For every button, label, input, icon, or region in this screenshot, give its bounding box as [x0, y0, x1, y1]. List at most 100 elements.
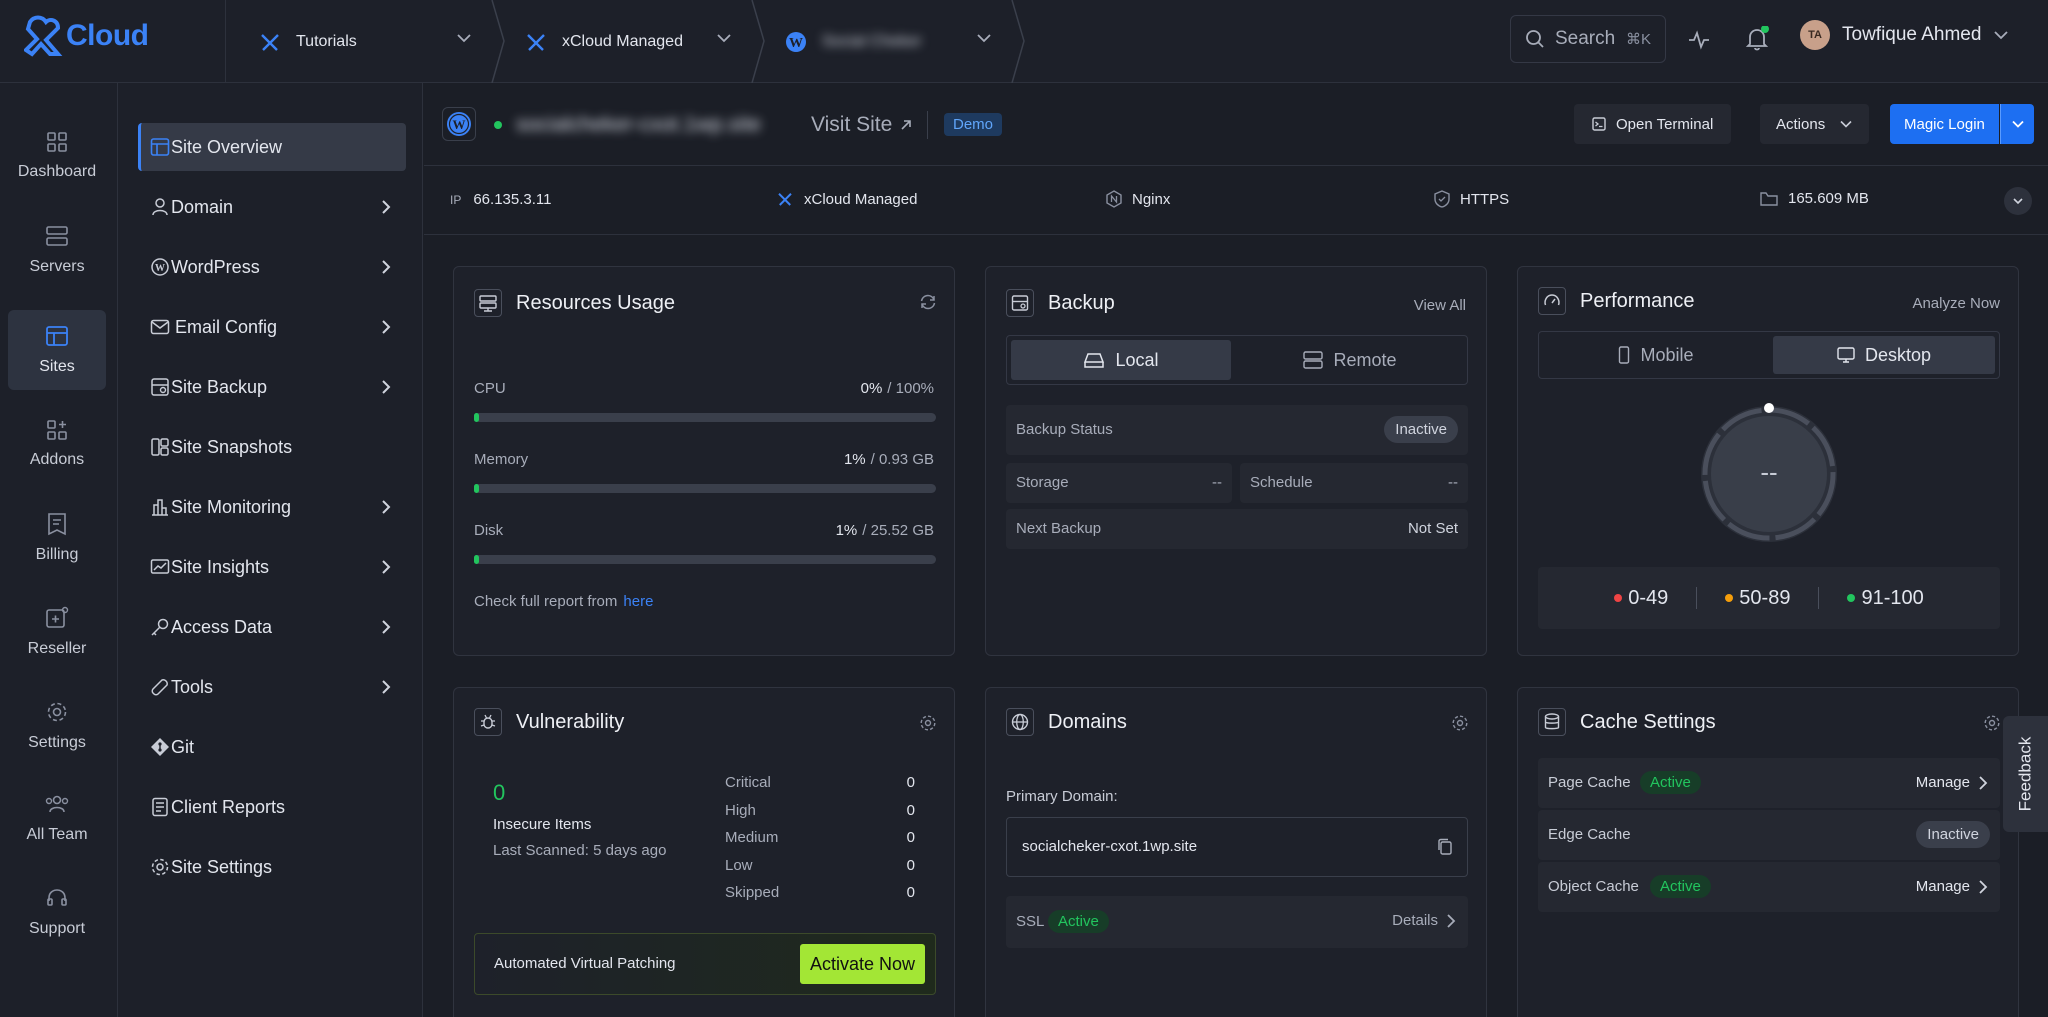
provider-value: xCloud Managed [804, 190, 918, 208]
performance-score: -- [1760, 457, 1778, 487]
legend-dot-red [1614, 594, 1623, 602]
cpu-value: 0%/ 100% [861, 380, 934, 397]
nav-item-git[interactable]: Git [138, 723, 406, 771]
nav-item-site-monitoring[interactable]: Site Monitoring [138, 483, 406, 531]
logo[interactable]: Cloud [24, 14, 149, 58]
rail-item-servers[interactable]: Servers [8, 210, 106, 290]
breadcrumb-xcloud-managed[interactable]: xCloud Managed [524, 0, 746, 83]
storage-label: Storage [1016, 474, 1069, 491]
database-icon [1538, 708, 1566, 736]
rail-label: All Team [26, 826, 88, 843]
resources-title: Resources Usage [516, 291, 675, 314]
gear-icon[interactable] [1451, 714, 1469, 732]
nav-item-site-overview[interactable]: Site Overview [138, 123, 406, 171]
object-cache-manage[interactable]: Manage [1916, 878, 1988, 895]
chevron-down-icon [1840, 120, 1852, 128]
search-button[interactable]: Search ⌘K [1510, 15, 1666, 63]
nav-item-client-reports[interactable]: Client Reports [138, 783, 406, 831]
activity-icon[interactable] [1687, 28, 1711, 52]
domain-icon [152, 198, 168, 216]
memory-usage-bar [474, 484, 936, 493]
magic-login-options-button[interactable] [2000, 104, 2034, 144]
tab-local[interactable]: Local [1011, 340, 1231, 380]
copy-icon[interactable] [1437, 838, 1453, 856]
nav-item-access-data[interactable]: Access Data [138, 603, 406, 651]
severity-value: 0 [906, 801, 915, 819]
mail-icon [150, 319, 170, 335]
nav-item-site-settings[interactable]: Site Settings [138, 843, 406, 891]
analyze-now-link[interactable]: Analyze Now [1912, 295, 2000, 312]
schedule-row: Schedule -- [1240, 463, 1468, 503]
view-all-link[interactable]: View All [1414, 297, 1466, 314]
legend-average: 50-89 [1725, 587, 1790, 610]
demo-tag: Demo [944, 113, 1003, 136]
page-cache-manage[interactable]: Manage [1916, 774, 1988, 791]
ssl-label: SSL [1016, 913, 1045, 930]
cache-settings-card: Cache Settings Page Cache Active Manage … [1517, 687, 2019, 1017]
vulnerability-title: Vulnerability [516, 710, 625, 733]
chevron-right-icon [382, 200, 391, 214]
domains-title: Domains [1048, 710, 1127, 733]
open-terminal-button[interactable]: Open Terminal [1574, 104, 1732, 144]
ssl-details-link[interactable]: Details [1392, 912, 1456, 929]
chevron-down-icon [457, 34, 471, 43]
refresh-icon[interactable] [919, 293, 937, 311]
breadcrumb-site[interactable]: W Social Cheker [784, 0, 1006, 83]
tab-mobile[interactable]: Mobile [1543, 336, 1769, 374]
main-content: W socialcheker-cxot.1wp.site Visit Site … [424, 83, 2048, 1017]
backup-status-row: Backup Status Inactive [1006, 405, 1468, 455]
activate-now-button[interactable]: Activate Now [799, 944, 925, 984]
gear-icon[interactable] [919, 714, 937, 732]
legend-dot-green [1847, 594, 1856, 602]
site-header: W socialcheker-cxot.1wp.site Visit Site … [424, 83, 2048, 166]
chevron-right-icon [1447, 913, 1456, 928]
chevron-down-icon [2013, 198, 2023, 205]
actions-label: Actions [1776, 115, 1826, 133]
site-name: socialcheker-cxot.1wp.site [516, 113, 762, 136]
rail-label: Reseller [27, 640, 87, 657]
resources-icon [474, 289, 502, 317]
nav-item-domain[interactable]: Domain [138, 183, 406, 231]
cpu-label: CPU [474, 380, 506, 397]
tab-remote[interactable]: Remote [1237, 340, 1463, 380]
expand-info-button[interactable] [2004, 187, 2032, 215]
nav-label: WordPress [171, 256, 260, 277]
disk-value: 1%/ 25.52 GB [836, 522, 934, 539]
nav-item-site-backup[interactable]: Site Backup [138, 363, 406, 411]
storage-row: Storage -- [1006, 463, 1232, 503]
nav-item-wordpress[interactable]: W WordPress [138, 243, 406, 291]
rail-item-addons[interactable]: Addons [8, 404, 106, 484]
user-menu[interactable]: TA Towfique Ahmed [1800, 20, 2009, 50]
nav-item-site-snapshots[interactable]: Site Snapshots [138, 423, 406, 471]
rail-item-reseller[interactable]: Reseller [8, 592, 106, 672]
nav-label: Client Reports [171, 796, 286, 817]
rail-item-billing[interactable]: Billing [8, 498, 106, 578]
breadcrumb-tutorials[interactable]: Tutorials [258, 0, 486, 83]
protocol-info: HTTPS [1434, 190, 1509, 208]
gear-icon[interactable] [1983, 714, 2001, 732]
magic-login-button[interactable]: Magic Login [1890, 104, 1999, 144]
chevron-right-icon [382, 680, 391, 694]
wordpress-icon: W [151, 258, 169, 276]
report-link[interactable]: here [623, 593, 653, 610]
breadcrumb-label: Tutorials [296, 32, 357, 50]
visit-site-link[interactable]: Visit Site [811, 113, 912, 137]
feedback-tab[interactable]: Feedback [2003, 716, 2048, 832]
backup-icon [1006, 289, 1034, 317]
tab-desktop[interactable]: Desktop [1773, 336, 1995, 374]
monitoring-icon [152, 499, 168, 516]
actions-dropdown[interactable]: Actions [1760, 104, 1870, 144]
rail-item-all-team[interactable]: All Team [8, 778, 106, 858]
notifications-button[interactable] [1745, 26, 1769, 52]
rail-item-support[interactable]: Support [8, 872, 106, 952]
schedule-value: -- [1448, 474, 1458, 491]
nav-item-site-insights[interactable]: Site Insights [138, 543, 406, 591]
nav-item-email-config[interactable]: Email Config [138, 303, 406, 351]
domains-card: Domains Primary Domain: socialcheker-cxo… [985, 687, 1487, 1017]
rail-item-dashboard[interactable]: Dashboard [8, 116, 106, 196]
cpu-percent: 0% [860, 380, 883, 397]
nav-label: Site Overview [171, 136, 283, 157]
rail-item-settings[interactable]: Settings [8, 686, 106, 766]
rail-item-sites[interactable]: Sites [8, 310, 106, 390]
nav-item-tools[interactable]: Tools [138, 663, 406, 711]
